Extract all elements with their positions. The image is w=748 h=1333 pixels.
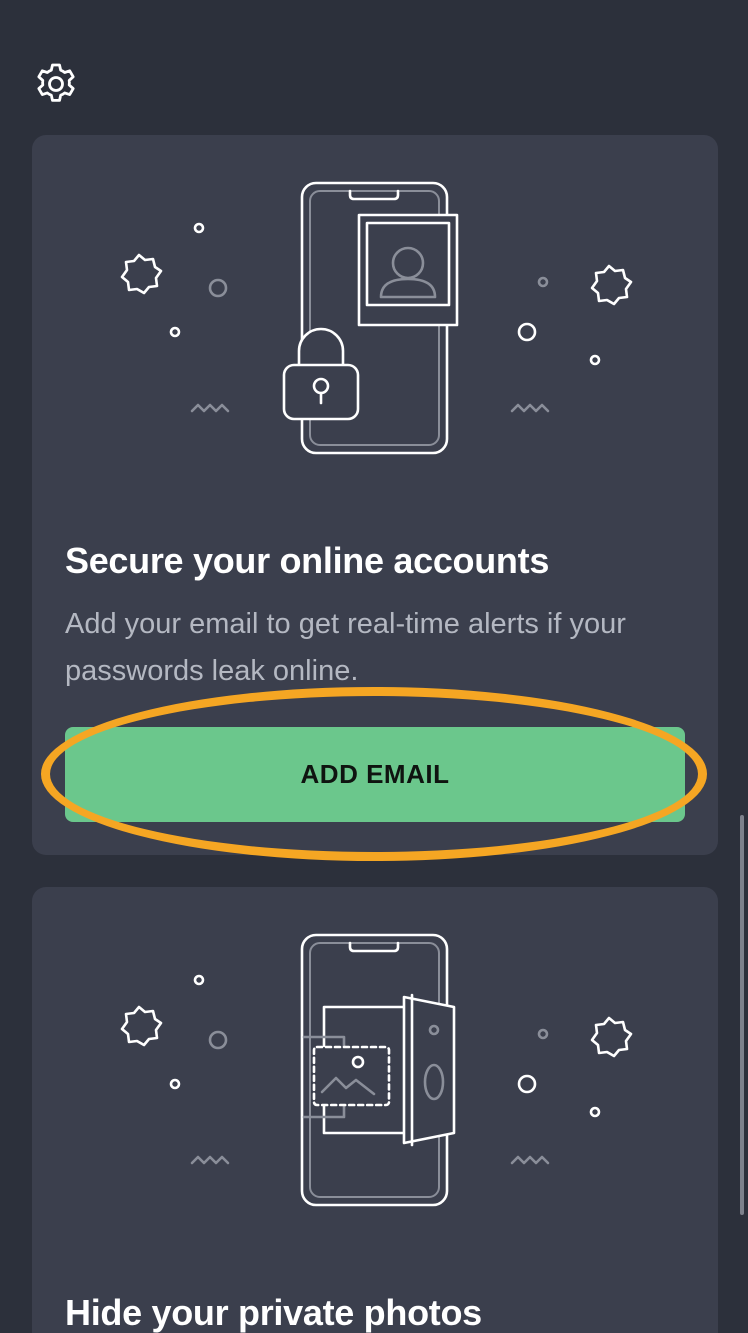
- app-screen: Secure your online accounts Add your ema…: [0, 0, 748, 1333]
- phone-vault-photo-icon: [120, 933, 633, 1207]
- hide-photos-card: Hide your private photos: [32, 887, 718, 1333]
- phone-lock-profile-icon: [120, 181, 633, 455]
- settings-button[interactable]: [30, 58, 82, 110]
- card-title: Secure your online accounts: [65, 540, 550, 581]
- scrollbar[interactable]: [740, 815, 744, 1215]
- card-description: Add your email to get real-time alerts i…: [65, 608, 626, 687]
- secure-accounts-card: Secure your online accounts Add your ema…: [32, 135, 718, 855]
- card-title: Hide your private photos: [65, 1292, 482, 1333]
- gear-icon: [37, 63, 75, 102]
- add-email-button[interactable]: ADD EMAIL: [65, 727, 685, 822]
